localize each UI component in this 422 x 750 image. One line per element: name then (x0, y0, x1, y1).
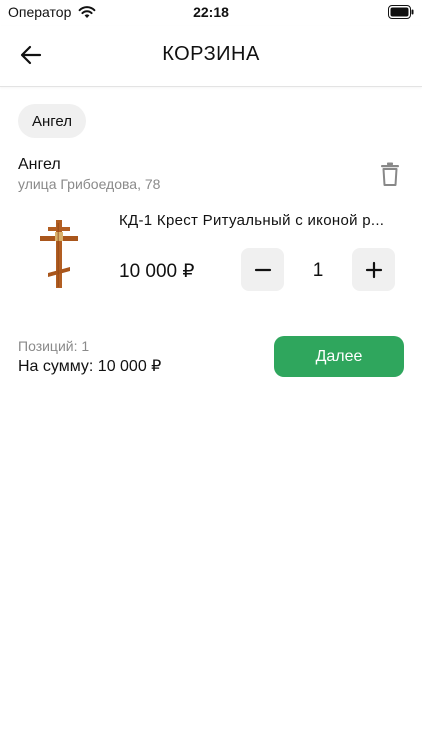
status-bar: Оператор 22:18 (0, 0, 422, 26)
plus-icon (365, 261, 382, 278)
positions-count: Позиций: 1 (18, 338, 90, 354)
decrease-quantity-button[interactable] (241, 248, 284, 291)
battery-icon (388, 5, 414, 19)
product-price: 10 000 ₽ (119, 261, 195, 282)
increase-quantity-button[interactable] (352, 248, 395, 291)
page-title: КОРЗИНА (162, 43, 260, 65)
store-address: улица Грибоедова, 78 (18, 176, 161, 192)
minus-icon (254, 268, 271, 271)
orthodox-cross-icon (40, 220, 78, 288)
trash-icon[interactable] (378, 161, 402, 187)
clock: 22:18 (193, 4, 229, 20)
app-header: КОРЗИНА (0, 26, 422, 87)
store-chip[interactable]: Ангел (18, 104, 87, 138)
product-title[interactable]: КД-1 Крест Ритуальный с иконой р... (119, 212, 405, 229)
quantity-value: 1 (312, 260, 324, 281)
store-name: Ангел (18, 156, 61, 173)
order-total: На сумму: 10 000 ₽ (18, 358, 162, 375)
next-button[interactable]: Далее (274, 336, 404, 377)
